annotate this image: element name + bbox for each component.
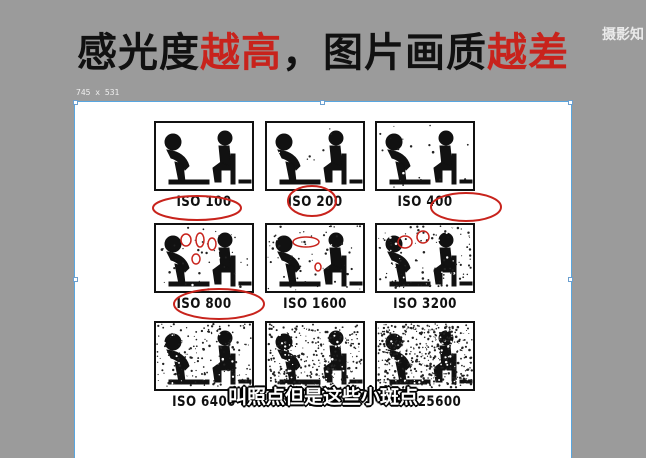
annotation-dot-4 <box>191 253 201 265</box>
annotation-dot-2 <box>195 232 205 248</box>
annotation-circle-iso800 <box>173 288 265 320</box>
video-subtitle: 叫照点但是这些小斑点 <box>227 386 418 408</box>
annotation-dot-6 <box>314 262 322 272</box>
annotation-dot-3 <box>207 237 217 251</box>
annotation-dot-8 <box>416 230 430 244</box>
annotation-dot-1 <box>180 233 192 247</box>
annotation-dot-7 <box>397 235 413 249</box>
annotation-circle-iso200 <box>287 185 337 217</box>
annotation-dot-5 <box>292 236 320 248</box>
annotation-circle-iso400 <box>430 192 502 222</box>
annotation-circle-iso100 <box>152 195 242 221</box>
